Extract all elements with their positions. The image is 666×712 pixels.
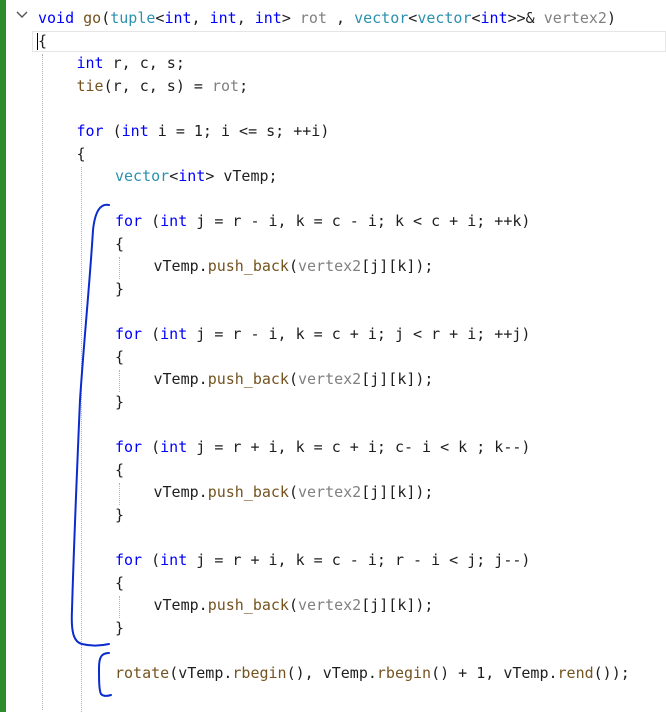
handwritten-annotation (70, 203, 112, 697)
left-bracket-mark (70, 203, 110, 647)
small-bracket-mark (97, 652, 112, 697)
